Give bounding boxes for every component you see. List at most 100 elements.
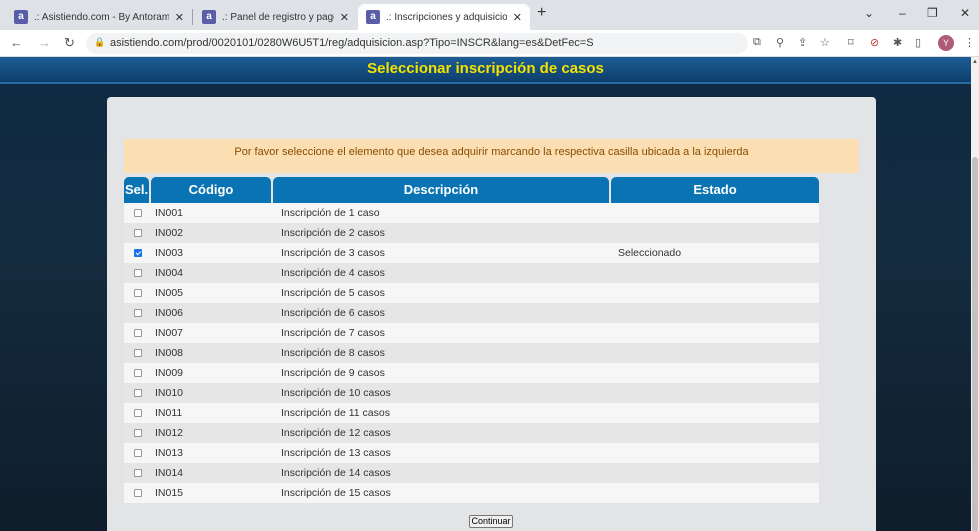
row-select-checkbox[interactable] xyxy=(134,449,142,457)
row-select-checkbox[interactable] xyxy=(134,209,142,217)
reload-icon[interactable]: ↻ xyxy=(64,35,75,51)
row-select-checkbox[interactable] xyxy=(134,269,142,277)
table-row[interactable]: IN002 Inscripción de 2 casos xyxy=(124,223,819,243)
tab-search-dropdown-icon[interactable]: ⌄ xyxy=(864,6,874,20)
page-title: Seleccionar inscripción de casos xyxy=(367,60,604,77)
row-code: IN012 xyxy=(155,427,184,439)
puzzle-icon[interactable]: ✱ xyxy=(893,36,902,49)
row-select-checkbox[interactable] xyxy=(134,389,142,397)
cases-table-body: IN001 Inscripción de 1 caso IN002 Inscripci… xyxy=(124,203,819,503)
page-scrollbar[interactable]: ▲ xyxy=(971,57,979,531)
close-tab-icon[interactable]: ✕ xyxy=(175,11,184,24)
address-bar[interactable]: 🔒 asistiendo.com/prod/0020101/0280W6U5T1… xyxy=(86,33,748,54)
tab-search-icon[interactable]: ⌑ xyxy=(848,36,854,49)
tab-panel-registro[interactable]: a .: Panel de registro y pagos :. ✕ xyxy=(194,4,357,30)
row-description: Inscripción de 15 casos xyxy=(281,487,391,499)
new-tab-icon[interactable]: + xyxy=(537,4,546,22)
tab-inscripciones[interactable]: a .: Inscripciones y adquisiciones :. ✕ xyxy=(358,4,530,30)
page-header-band: Seleccionar inscripción de casos xyxy=(0,57,971,84)
column-header-sel: Sel. xyxy=(124,177,149,203)
row-description: Inscripción de 1 caso xyxy=(281,207,380,219)
row-select-checkbox[interactable] xyxy=(134,329,142,337)
table-row[interactable]: IN014 Inscripción de 14 casos xyxy=(124,463,819,483)
table-row[interactable]: IN007 Inscripción de 7 casos xyxy=(124,323,819,343)
row-code: IN006 xyxy=(155,307,184,319)
row-description: Inscripción de 10 casos xyxy=(281,387,391,399)
row-select-checkbox[interactable] xyxy=(134,429,142,437)
table-row[interactable]: IN003 Inscripción de 3 casos Seleccionado xyxy=(124,243,819,263)
row-code: IN007 xyxy=(155,327,184,339)
row-description: Inscripción de 12 casos xyxy=(281,427,391,439)
row-description: Inscripción de 9 casos xyxy=(281,367,385,379)
tab-asistiendo[interactable]: a .: Asistiendo.com - By Antorami :. ✕ xyxy=(6,4,192,30)
row-select-checkbox[interactable] xyxy=(134,289,142,297)
close-tab-icon[interactable]: ✕ xyxy=(513,11,522,24)
table-header: Sel. Código Descripción Estado xyxy=(124,177,819,203)
row-description: Inscripción de 13 casos xyxy=(281,447,391,459)
close-tab-icon[interactable]: ✕ xyxy=(340,11,349,24)
menu-icon[interactable]: ⋮ xyxy=(964,36,975,49)
minimize-icon[interactable]: – xyxy=(899,6,906,20)
row-select-checkbox[interactable] xyxy=(134,489,142,497)
row-code: IN003 xyxy=(155,247,184,259)
table-row[interactable]: IN004 Inscripción de 4 casos xyxy=(124,263,819,283)
site-favicon-icon: a xyxy=(366,10,380,24)
back-icon[interactable]: ← xyxy=(10,35,23,50)
table-row[interactable]: IN005 Inscripción de 5 casos xyxy=(124,283,819,303)
table-row[interactable]: IN015 Inscripción de 15 casos xyxy=(124,483,819,503)
row-code: IN002 xyxy=(155,227,184,239)
table-row[interactable]: IN012 Inscripción de 12 casos xyxy=(124,423,819,443)
table-row[interactable]: IN009 Inscripción de 9 casos xyxy=(124,363,819,383)
table-row[interactable]: IN008 Inscripción de 8 casos xyxy=(124,343,819,363)
row-select-checkbox[interactable] xyxy=(134,369,142,377)
restore-icon[interactable]: ❐ xyxy=(927,6,938,20)
browser-tab-strip: a .: Asistiendo.com - By Antorami :. ✕ a… xyxy=(0,0,979,30)
url-text[interactable]: asistiendo.com/prod/0020101/0280W6U5T1/r… xyxy=(110,37,594,49)
row-select-checkbox[interactable] xyxy=(134,309,142,317)
table-row[interactable]: IN001 Inscripción de 1 caso xyxy=(124,203,819,223)
tab-title: .: Asistiendo.com - By Antorami :. xyxy=(34,11,169,23)
share-icon[interactable]: ⇪ xyxy=(798,36,807,49)
table-row[interactable]: IN013 Inscripción de 13 casos xyxy=(124,443,819,463)
zoom-icon[interactable]: ⚲ xyxy=(776,36,784,49)
row-description: Inscripción de 4 casos xyxy=(281,267,385,279)
row-code: IN014 xyxy=(155,467,184,479)
row-select-checkbox[interactable] xyxy=(134,229,142,237)
row-status: Seleccionado xyxy=(618,247,682,259)
row-description: Inscripción de 8 casos xyxy=(281,347,385,359)
scrollbar-thumb[interactable] xyxy=(972,157,978,531)
row-select-checkbox[interactable] xyxy=(134,249,142,257)
row-code: IN004 xyxy=(155,267,184,279)
row-select-checkbox[interactable] xyxy=(134,409,142,417)
row-description: Inscripción de 6 casos xyxy=(281,307,385,319)
row-code: IN009 xyxy=(155,367,184,379)
continue-button[interactable]: Continuar xyxy=(469,515,513,528)
avatar[interactable]: Y xyxy=(938,35,954,51)
row-code: IN011 xyxy=(155,407,183,419)
tab-title: .: Panel de registro y pagos :. xyxy=(222,11,334,23)
scroll-up-icon[interactable]: ▲ xyxy=(972,59,978,65)
tab-divider xyxy=(192,9,193,25)
sidepanel-icon[interactable]: ▯ xyxy=(915,36,921,49)
row-description: Inscripción de 14 casos xyxy=(281,467,391,479)
row-description: Inscripción de 11 casos xyxy=(281,407,390,419)
table-row[interactable]: IN006 Inscripción de 6 casos xyxy=(124,303,819,323)
window-close-icon[interactable]: ✕ xyxy=(960,6,970,20)
row-code: IN001 xyxy=(155,207,184,219)
row-code: IN005 xyxy=(155,287,184,299)
site-favicon-icon: a xyxy=(14,10,28,24)
translate-icon[interactable]: ⧉ xyxy=(753,36,761,49)
browser-toolbar: ← → ↻ 🔒 asistiendo.com/prod/0020101/0280… xyxy=(0,30,979,57)
row-select-checkbox[interactable] xyxy=(134,349,142,357)
row-description: Inscripción de 5 casos xyxy=(281,287,385,299)
table-row[interactable]: IN010 Inscripción de 10 casos xyxy=(124,383,819,403)
column-header-status: Estado xyxy=(611,177,819,203)
row-select-checkbox[interactable] xyxy=(134,469,142,477)
star-icon[interactable]: ☆ xyxy=(820,36,830,49)
row-code: IN010 xyxy=(155,387,184,399)
block-icon[interactable]: ⊘ xyxy=(870,36,879,49)
table-row[interactable]: IN011 Inscripción de 11 casos xyxy=(124,403,819,423)
forward-icon[interactable]: → xyxy=(38,35,51,50)
column-header-code: Código xyxy=(151,177,271,203)
row-description: Inscripción de 2 casos xyxy=(281,227,385,239)
